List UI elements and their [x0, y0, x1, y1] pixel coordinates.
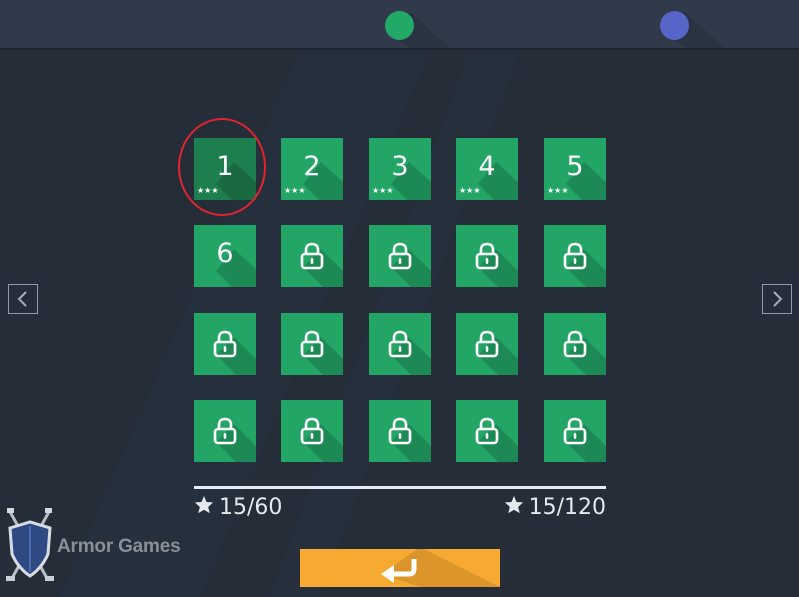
lock-icon	[475, 417, 499, 445]
level-tile-1[interactable]: 1 ★★★	[194, 138, 256, 200]
level-number: 1	[216, 151, 234, 182]
level-tile-locked[interactable]	[544, 400, 606, 462]
level-tile-6[interactable]: 6	[194, 225, 256, 287]
top-bar	[0, 0, 799, 50]
lock-icon	[563, 417, 587, 445]
next-page-button[interactable]	[762, 284, 792, 314]
page-star-count: 15/60	[194, 494, 282, 522]
level-tile-locked[interactable]	[194, 313, 256, 375]
level-tile-locked[interactable]	[456, 225, 518, 287]
level-tile-2[interactable]: 2 ★★★	[281, 138, 343, 200]
level-tile-locked[interactable]	[281, 400, 343, 462]
lock-icon	[213, 417, 237, 445]
level-number: 4	[478, 151, 496, 182]
lock-icon	[563, 330, 587, 358]
lock-icon	[300, 417, 324, 445]
previous-page-button[interactable]	[8, 284, 38, 314]
lock-icon	[213, 330, 237, 358]
level-tile-locked[interactable]	[194, 400, 256, 462]
level-tile-locked[interactable]	[544, 225, 606, 287]
total-star-count-value: 15/120	[528, 495, 606, 520]
level-tile-locked[interactable]	[369, 313, 431, 375]
lock-icon	[388, 242, 412, 270]
level-stars: ★★★	[547, 186, 569, 195]
lock-icon	[475, 330, 499, 358]
lock-icon	[475, 242, 499, 270]
lock-icon	[563, 242, 587, 270]
level-number: 5	[566, 151, 584, 182]
level-tile-locked[interactable]	[456, 313, 518, 375]
level-stars: ★★★	[372, 186, 394, 195]
progress-divider	[194, 486, 606, 489]
level-tile-locked[interactable]	[369, 400, 431, 462]
level-tile-4[interactable]: 4 ★★★	[456, 138, 518, 200]
level-number: 3	[391, 151, 409, 182]
page-dot-2[interactable]	[660, 11, 689, 40]
level-tile-locked[interactable]	[544, 313, 606, 375]
level-stars: ★★★	[459, 186, 481, 195]
page-dot-1[interactable]	[385, 11, 414, 40]
level-number: 6	[216, 238, 234, 269]
return-arrow-icon	[381, 549, 500, 587]
level-tile-locked[interactable]	[281, 313, 343, 375]
lock-icon	[300, 242, 324, 270]
total-star-count: 15/120	[504, 494, 606, 522]
armor-games-logo-text[interactable]: Armor Games	[57, 536, 181, 558]
level-tile-locked[interactable]	[281, 225, 343, 287]
page-star-count-value: 15/60	[219, 495, 283, 520]
level-tile-5[interactable]: 5 ★★★	[544, 138, 606, 200]
chevron-right-icon	[773, 291, 783, 307]
lock-icon	[388, 330, 412, 358]
level-number: 2	[303, 151, 321, 182]
star-icon	[504, 494, 524, 522]
level-tile-locked[interactable]	[369, 225, 431, 287]
chevron-left-icon	[17, 291, 27, 307]
lock-icon	[300, 330, 324, 358]
background-diagonal-stripes	[60, 50, 520, 597]
level-tile-3[interactable]: 3 ★★★	[369, 138, 431, 200]
lock-icon	[388, 417, 412, 445]
level-tile-locked[interactable]	[456, 400, 518, 462]
crossed-swords-shield-icon[interactable]	[4, 506, 56, 588]
back-button[interactable]	[300, 549, 500, 587]
level-stars: ★★★	[284, 186, 306, 195]
star-icon	[194, 494, 214, 522]
level-stars: ★★★	[197, 186, 219, 195]
